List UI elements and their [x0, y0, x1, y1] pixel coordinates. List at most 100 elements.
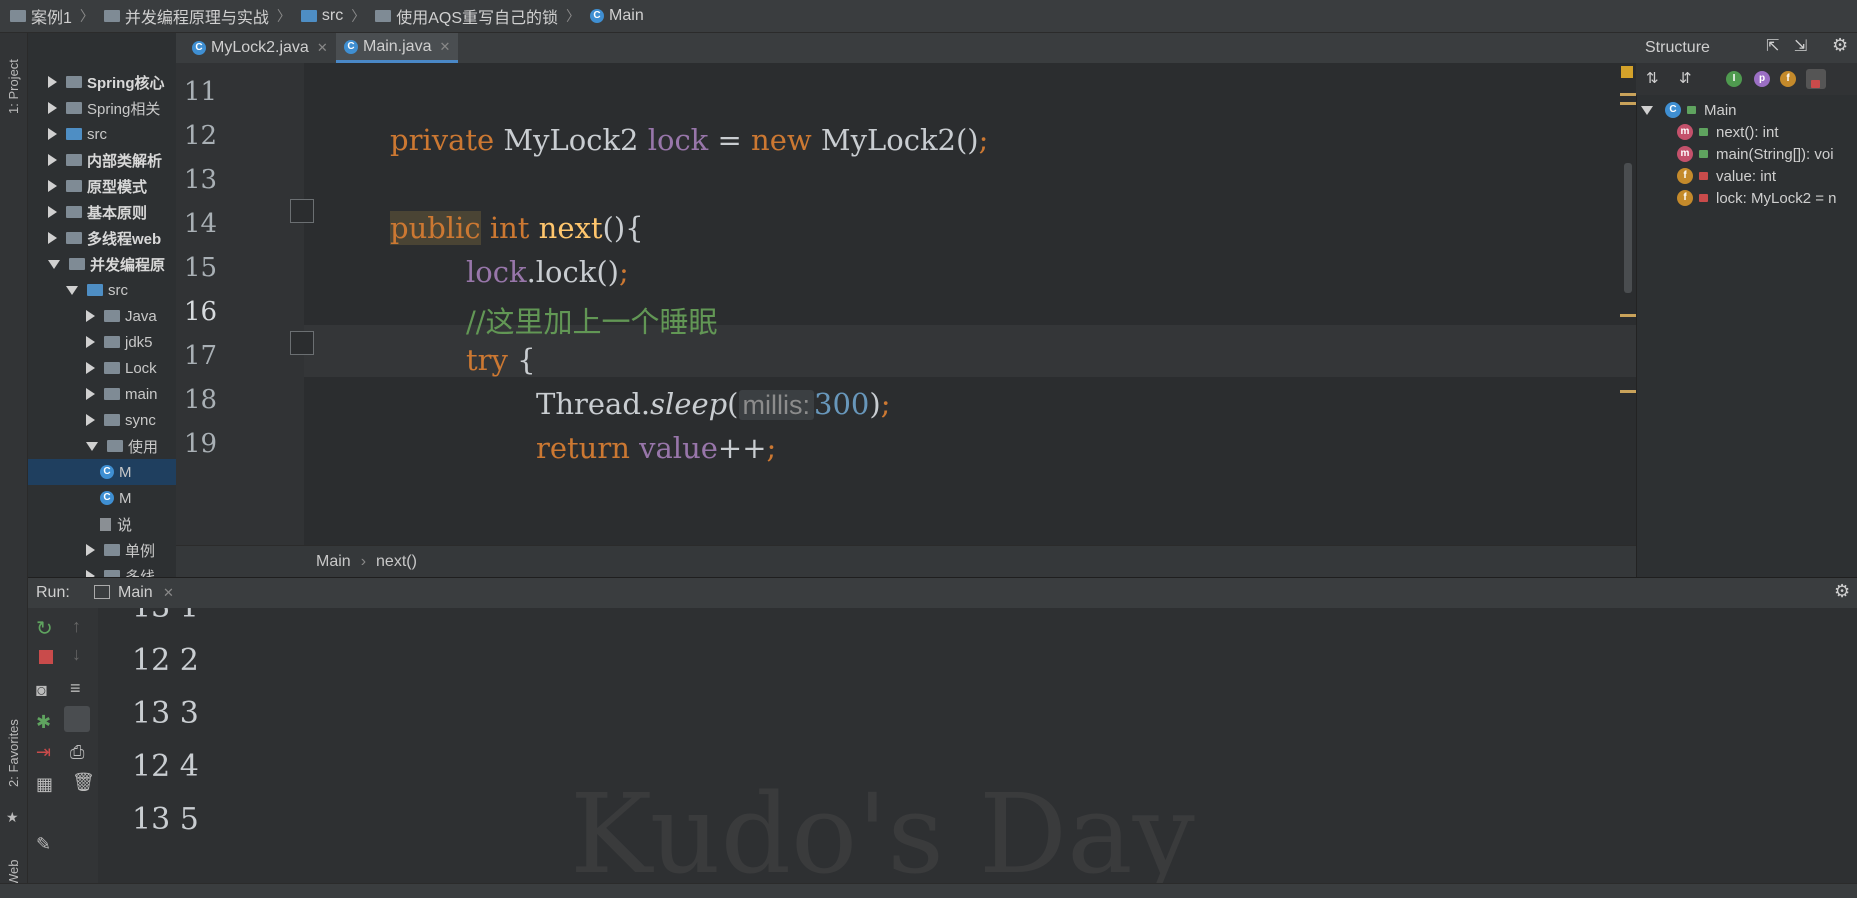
project-tree-item[interactable]: CM [28, 485, 176, 511]
project-tree-item[interactable]: 基本原则 [28, 199, 176, 225]
favorites-tool-tab[interactable]: 2: Favorites [0, 698, 27, 808]
project-tree-item[interactable]: main [28, 381, 176, 407]
warning-indicator-icon[interactable] [1621, 66, 1633, 78]
project-tree-item[interactable]: 使用 [28, 433, 176, 459]
project-tree-item[interactable]: 内部类解析 [28, 147, 176, 173]
fold-toggle-icon[interactable] [290, 331, 314, 355]
collapse-arrow-icon[interactable] [86, 414, 95, 426]
project-tree-item[interactable]: 原型模式 [28, 173, 176, 199]
code-line-12: private MyLock2 lock = new MyLock2(); [390, 123, 989, 157]
breadcrumb-class[interactable]: Main [316, 553, 351, 571]
tab-main[interactable]: C Main.java ✕ [336, 33, 459, 63]
collapse-arrow-icon[interactable] [86, 570, 95, 577]
collapse-arrow-icon[interactable] [86, 544, 95, 556]
expand-arrow-icon[interactable] [1641, 105, 1653, 115]
folder-icon [107, 440, 123, 452]
fold-toggle-icon[interactable] [290, 199, 314, 223]
scrollbar-thumb[interactable] [1624, 163, 1632, 293]
gear-icon[interactable]: ⚙ [1832, 35, 1848, 56]
close-icon[interactable]: ✕ [439, 39, 450, 55]
scroll-to-end-icon[interactable] [64, 706, 90, 732]
exit-icon[interactable]: ⇥ [36, 742, 51, 763]
collapse-arrow-icon[interactable] [48, 180, 57, 192]
collapse-arrow-icon[interactable] [48, 232, 57, 244]
rerun-icon[interactable]: ↻ [36, 616, 53, 641]
collapse-arrow-icon[interactable] [48, 128, 57, 140]
collapse-arrow-icon[interactable] [86, 388, 95, 400]
up-arrow-icon[interactable]: ↑ [72, 616, 81, 637]
stop-icon[interactable] [39, 650, 53, 664]
class-icon: C [100, 491, 114, 505]
project-tree-item[interactable]: 多线 [28, 563, 176, 577]
class-icon: C [344, 39, 358, 54]
project-tree-item[interactable]: 多线程web [28, 225, 176, 251]
collapse-arrow-icon[interactable] [48, 206, 57, 218]
run-tab-main[interactable]: Main [118, 584, 153, 602]
structure-member[interactable]: f lock: MyLock2 = n [1677, 185, 1836, 211]
error-stripe-mark[interactable] [1620, 390, 1636, 393]
breadcrumb-item-class[interactable]: C Main [590, 7, 644, 25]
expand-arrow-icon[interactable] [48, 259, 60, 269]
project-tree-item[interactable]: 并发编程原 [28, 251, 176, 277]
expand-all-icon[interactable]: ⇱ [1766, 36, 1779, 56]
trash-icon[interactable]: 🗑 [72, 772, 95, 793]
expand-arrow-icon[interactable] [66, 285, 78, 295]
camera-icon[interactable]: ◙ [36, 680, 47, 701]
error-stripe-mark[interactable] [1620, 314, 1636, 317]
project-tree-label: 多线 [125, 568, 156, 578]
layout-icon[interactable]: ▦ [36, 774, 53, 795]
collapse-arrow-icon[interactable] [86, 310, 95, 322]
project-tree-item[interactable]: 说 [28, 511, 176, 537]
folder-icon [104, 310, 120, 322]
editor-tab-bar: C MyLock2.java ✕ C Main.java ✕ [176, 33, 1636, 64]
gear-icon[interactable]: ⚙ [1834, 581, 1850, 602]
close-icon[interactable]: ✕ [163, 585, 174, 601]
project-tree-item[interactable]: CM [28, 459, 176, 485]
project-tree-item[interactable]: Java [28, 303, 176, 329]
line-number: 14 [184, 209, 218, 239]
down-arrow-icon[interactable]: ↓ [72, 644, 81, 665]
collapse-arrow-icon[interactable] [48, 102, 57, 114]
sort-visibility-icon[interactable]: ⇅ [1646, 69, 1659, 87]
tab-mylock2[interactable]: C MyLock2.java ✕ [184, 33, 336, 63]
project-tree-item[interactable]: sync [28, 407, 176, 433]
breadcrumb-item-src[interactable]: src 〉 [300, 6, 365, 26]
console-line: 13 1 [132, 608, 199, 625]
collapse-arrow-icon[interactable] [86, 362, 95, 374]
project-tree-item[interactable]: src [28, 277, 176, 303]
collapse-arrow-icon[interactable] [86, 336, 95, 348]
project-tree-item[interactable]: jdk5 [28, 329, 176, 355]
soft-wrap-icon[interactable]: ≡ [70, 678, 81, 699]
show-properties-icon[interactable]: p [1754, 71, 1770, 87]
debug-icon[interactable]: ✱ [36, 712, 51, 733]
print-icon[interactable]: ⎙ [70, 742, 84, 763]
folder-icon [66, 128, 82, 140]
expand-arrow-icon[interactable] [86, 441, 98, 451]
error-stripe-mark[interactable] [1620, 102, 1636, 105]
show-fields-icon[interactable]: f [1780, 71, 1796, 87]
collapse-all-icon[interactable]: ⇲ [1794, 36, 1807, 56]
project-tree-item[interactable]: Spring相关 [28, 95, 176, 121]
breadcrumb-item-package[interactable]: 使用AQS重写自己的锁 〉 [375, 4, 580, 28]
public-icon [1699, 128, 1708, 136]
close-icon[interactable]: ✕ [317, 40, 328, 56]
show-inherited-icon[interactable]: I [1726, 71, 1742, 87]
breadcrumb-method[interactable]: next() [376, 553, 417, 571]
project-tree-item[interactable]: Lock [28, 355, 176, 381]
project-tree-item[interactable]: src [28, 121, 176, 147]
project-tree-label: Lock [125, 359, 157, 377]
console-icon [94, 585, 110, 599]
pin-icon[interactable]: ✎ [36, 834, 51, 855]
project-tool-tab[interactable]: 1: Project [0, 41, 27, 133]
show-non-public-icon[interactable] [1806, 69, 1826, 89]
project-tree-label: M [119, 463, 132, 481]
project-tree-item[interactable]: Spring核心 [28, 69, 176, 95]
breadcrumb-item-project[interactable]: 案例1 〉 [10, 4, 94, 28]
sort-alpha-icon[interactable]: ⇵ [1679, 69, 1692, 87]
error-stripe-mark[interactable] [1620, 93, 1636, 96]
breadcrumb-item-module[interactable]: 并发编程原理与实战 〉 [103, 4, 291, 28]
collapse-arrow-icon[interactable] [48, 76, 57, 88]
collapse-arrow-icon[interactable] [48, 154, 57, 166]
editor-scrollbar[interactable] [1620, 63, 1636, 545]
project-tree-item[interactable]: 单例 [28, 537, 176, 563]
